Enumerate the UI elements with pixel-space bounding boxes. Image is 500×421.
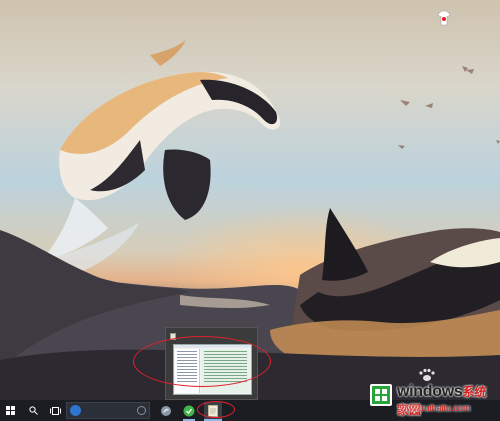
taskbar-search-input[interactable] (66, 402, 150, 419)
task-view-icon (49, 406, 61, 415)
search-button[interactable] (24, 402, 42, 419)
paw-icon (419, 368, 435, 381)
watermark-url: www.ruihaitu.com (400, 403, 471, 413)
annotation-circle-thumbnail (133, 336, 271, 387)
app-icon-2 (183, 405, 195, 416)
search-icon (28, 406, 38, 415)
annotation-circle-taskbar (197, 401, 235, 418)
watermark-brand: windows系统家园 (397, 383, 498, 419)
task-view-button[interactable] (46, 402, 64, 419)
windows-logo-icon (5, 406, 15, 415)
microphone-icon[interactable] (137, 406, 146, 415)
windows-brand-logo (370, 384, 392, 406)
edge-icon (70, 405, 81, 416)
site-watermark: windows系统家园 www.ruihaitu.com (358, 368, 498, 420)
taskbar-app-2[interactable] (180, 402, 198, 421)
shirt-icon[interactable] (436, 10, 452, 26)
taskbar-app-1[interactable] (157, 402, 175, 419)
app-icon-1 (161, 405, 171, 416)
start-button[interactable] (1, 402, 19, 419)
watermark-brand-main: windows (397, 383, 463, 400)
